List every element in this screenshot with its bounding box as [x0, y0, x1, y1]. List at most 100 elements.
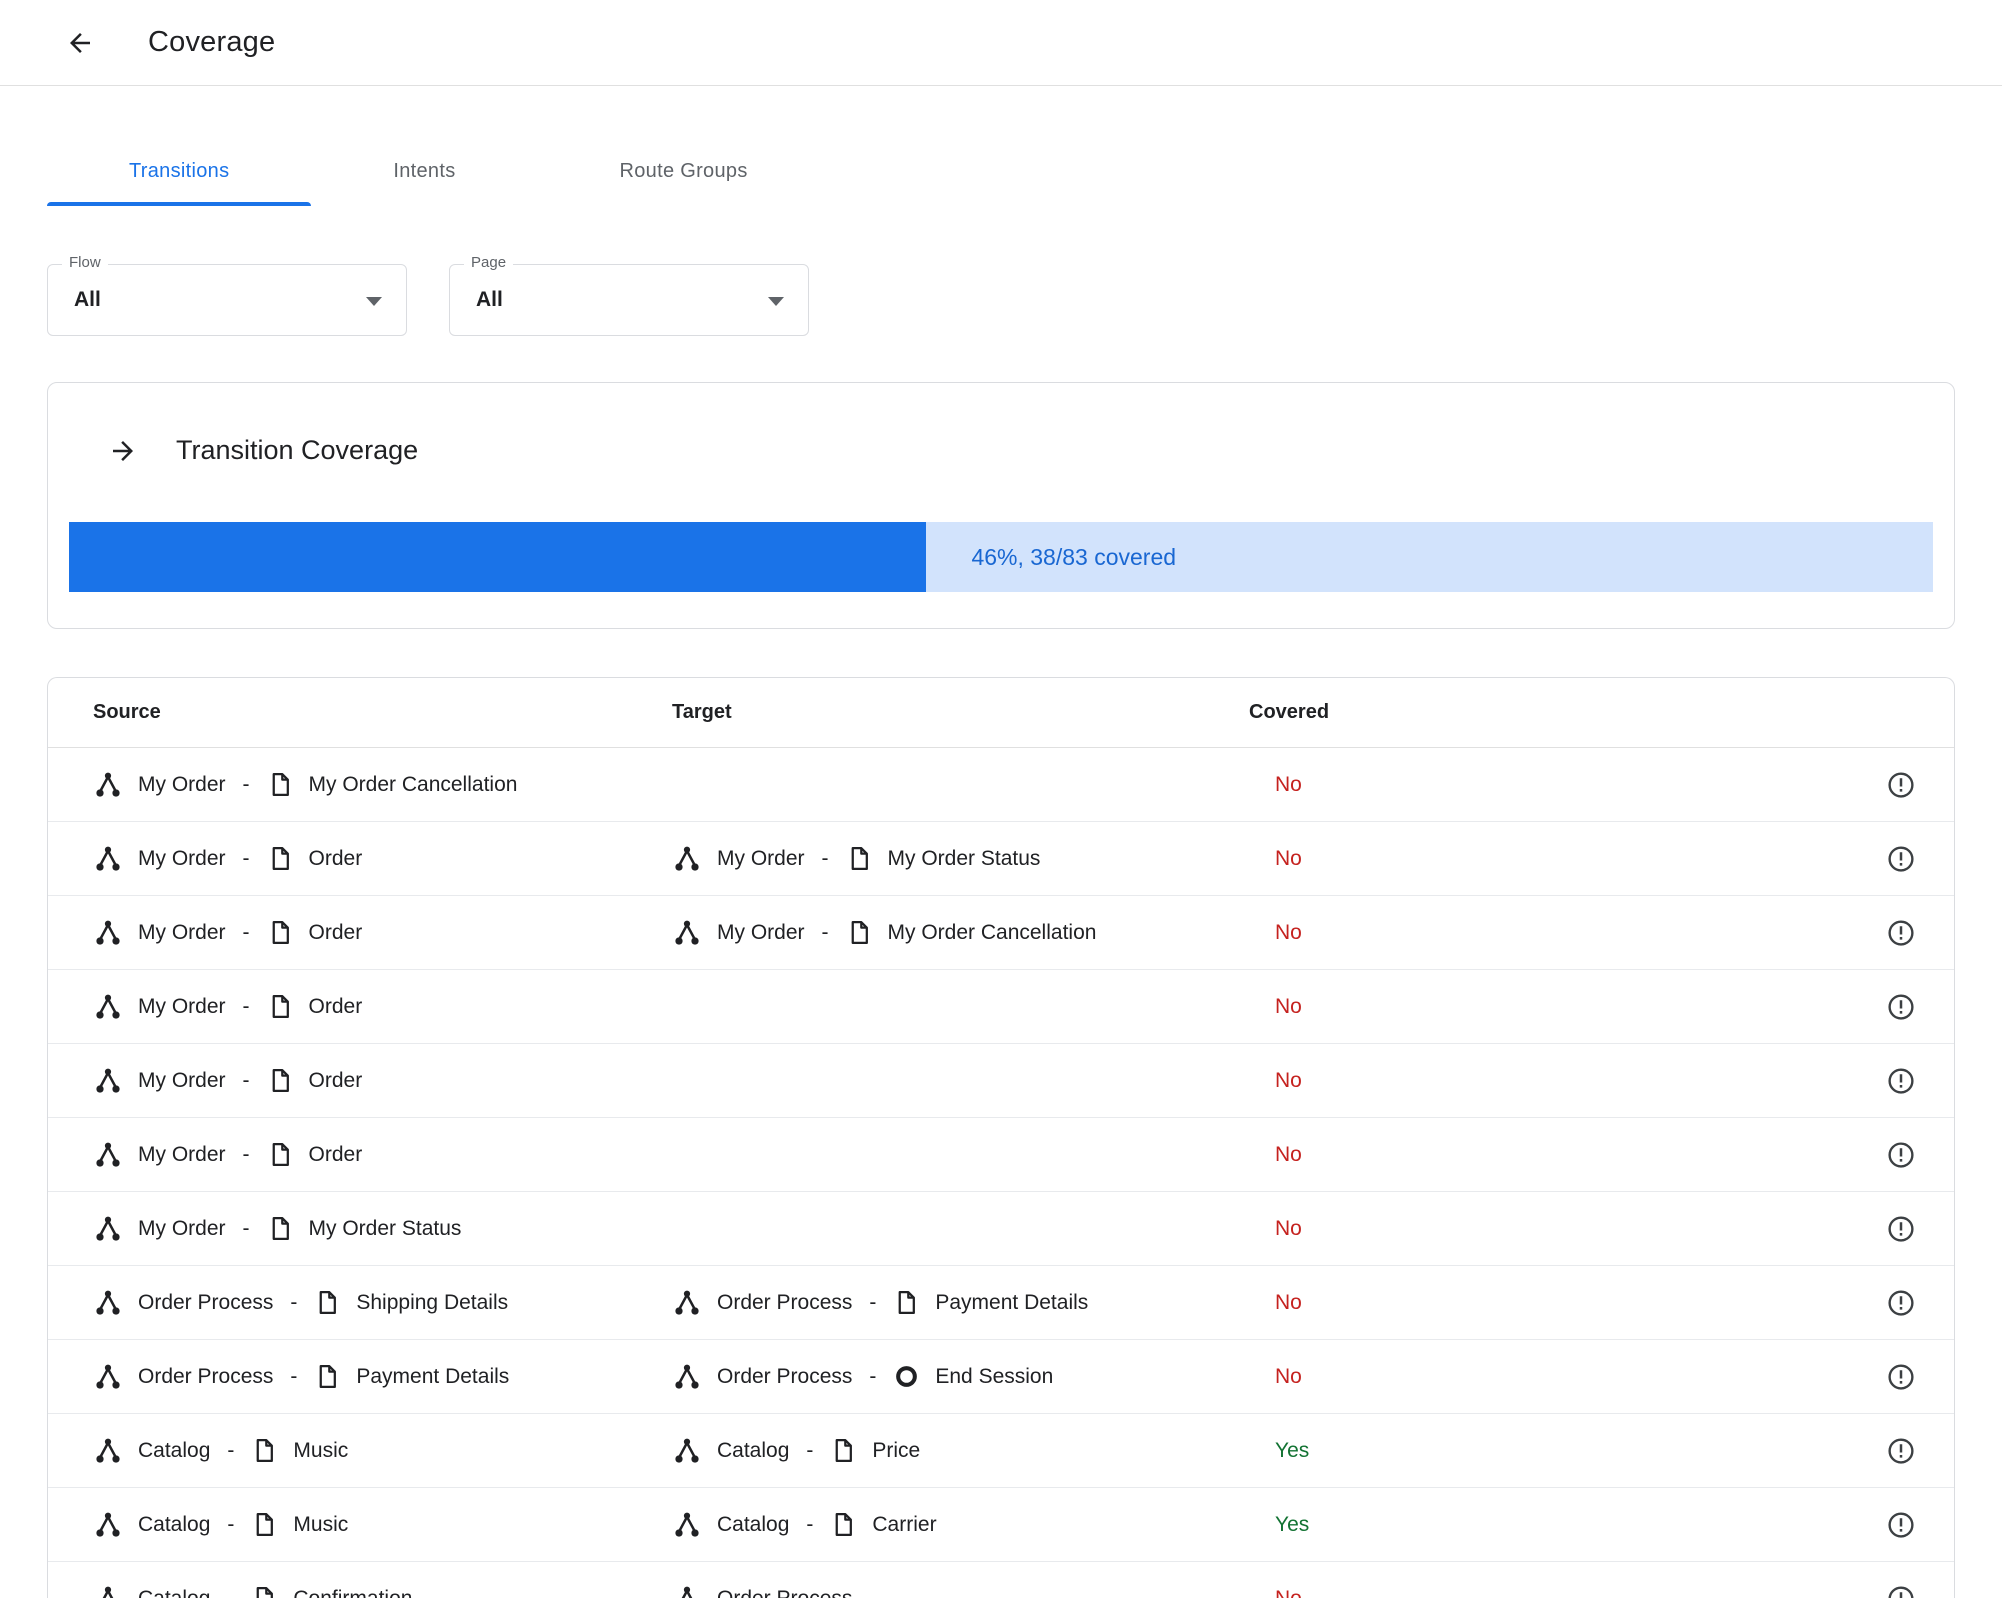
tab-route-groups[interactable]: Route Groups [538, 136, 830, 206]
table-row: Order Process - Payment Details Order Proce… [48, 1340, 1954, 1414]
row-info-button[interactable] [1884, 990, 1918, 1024]
covered-status: No [1275, 920, 1302, 944]
transition-coverage-card: Transition Coverage 46%, 38/83 covered [47, 382, 1955, 629]
separator-dash: - [869, 1364, 877, 1388]
tab-bar: Transitions Intents Route Groups [0, 136, 2002, 206]
source-page-name: Order [308, 1142, 363, 1166]
separator-dash: - [242, 772, 250, 796]
page-icon [251, 1585, 278, 1598]
separator-dash: - [242, 846, 250, 870]
target-cell: Catalog - Carrier [672, 1510, 1249, 1540]
tab-intents[interactable]: Intents [311, 136, 537, 206]
flow-icon [93, 1288, 123, 1318]
source-cell: Catalog - Music [93, 1436, 672, 1466]
flow-icon [672, 844, 702, 874]
separator-dash: - [242, 1216, 250, 1240]
row-info-button[interactable] [1884, 1434, 1918, 1468]
back-button[interactable] [60, 23, 100, 63]
page-select[interactable]: Page All [449, 254, 809, 336]
source-cell: My Order - Order [93, 1140, 672, 1170]
target-page-name: My Order Status [887, 846, 1041, 870]
flow-icon [93, 1214, 123, 1244]
flow-icon [93, 1362, 123, 1392]
page-icon [267, 1215, 294, 1242]
source-cell: Order Process - Payment Details [93, 1362, 672, 1392]
source-cell: My Order - My Order Cancellation [93, 770, 672, 800]
info-icon [1886, 1362, 1916, 1392]
target-cell: My Order - My Order Cancellation [672, 918, 1249, 948]
source-cell: My Order - Order [93, 918, 672, 948]
row-info-button[interactable] [1884, 1508, 1918, 1542]
source-page-name: Order [308, 1068, 363, 1092]
source-cell: My Order - Order [93, 844, 672, 874]
source-page-name: Music [293, 1438, 349, 1462]
flow-icon [93, 918, 123, 948]
covered-status: No [1275, 1290, 1302, 1314]
covered-status: No [1275, 1586, 1302, 1598]
separator-dash: - [806, 1512, 814, 1536]
covered-status: No [1275, 1364, 1302, 1388]
source-cell: My Order - Order [93, 1066, 672, 1096]
coverage-progress-track: 46%, 38/83 covered [926, 522, 1933, 592]
row-info-button[interactable] [1884, 842, 1918, 876]
target-flow-name: Order Process [717, 1290, 853, 1314]
table-row: Catalog - Music Catalog - Carrier Yes [48, 1488, 1954, 1562]
coverage-card-header: Transition Coverage [48, 383, 1954, 466]
column-header-covered: Covered [1249, 701, 1330, 723]
target-page-name: Carrier [872, 1512, 937, 1536]
source-page-name: Order [308, 994, 363, 1018]
row-info-button[interactable] [1884, 768, 1918, 802]
row-info-button[interactable] [1884, 916, 1918, 950]
flow-icon [672, 1288, 702, 1318]
row-info-button[interactable] [1884, 1064, 1918, 1098]
table-row: My Order - Order My Order - My Order Status No [48, 822, 1954, 896]
source-flow-name: Catalog [138, 1586, 211, 1598]
source-page-name: Confirmation [293, 1586, 413, 1598]
info-icon [1886, 770, 1916, 800]
target-page-name: Price [872, 1438, 921, 1462]
page-icon [267, 1067, 294, 1094]
table-row: My Order - Order My Order - My Order Cancella… [48, 896, 1954, 970]
source-cell: My Order - Order [93, 992, 672, 1022]
target-cell: Order Process - End Session [672, 1362, 1249, 1392]
source-flow-name: My Order [138, 846, 226, 870]
column-header-target: Target [672, 701, 732, 723]
coverage-progress-text: 46%, 38/83 covered [971, 543, 1177, 570]
row-info-button[interactable] [1884, 1582, 1918, 1598]
covered-status: No [1275, 846, 1302, 870]
tab-transitions[interactable]: Transitions [47, 136, 312, 206]
flow-select[interactable]: Flow All [47, 254, 407, 336]
chevron-down-icon [366, 297, 382, 306]
target-flow-name: My Order [717, 920, 805, 944]
header-bar: Coverage [0, 0, 2002, 86]
arrow-back-icon [65, 28, 95, 58]
row-info-button[interactable] [1884, 1286, 1918, 1320]
flow-icon [672, 918, 702, 948]
page-select-label: Page [464, 254, 514, 271]
source-flow-name: My Order [138, 772, 226, 796]
source-flow-name: My Order [138, 1142, 226, 1166]
page-icon [893, 1289, 920, 1316]
info-icon [1886, 1288, 1916, 1318]
target-cell: Order Process [672, 1584, 1249, 1598]
flow-icon [672, 1362, 702, 1392]
row-info-button[interactable] [1884, 1138, 1918, 1172]
flow-select-label: Flow [62, 254, 108, 271]
filters-row: Flow All Page All [47, 254, 2002, 336]
source-page-name: My Order Status [308, 1216, 462, 1240]
flow-icon [672, 1510, 702, 1540]
covered-status: No [1275, 1142, 1302, 1166]
row-info-button[interactable] [1884, 1212, 1918, 1246]
target-cell: My Order - My Order Status [672, 844, 1249, 874]
source-flow-name: My Order [138, 994, 226, 1018]
flow-icon [93, 844, 123, 874]
target-flow-name: Order Process [717, 1586, 853, 1598]
covered-status: No [1275, 1068, 1302, 1092]
separator-dash: - [821, 920, 829, 944]
table-row: My Order - Order No [48, 1118, 1954, 1192]
covered-status: No [1275, 1216, 1302, 1240]
separator-dash: - [869, 1290, 877, 1314]
separator-dash: - [242, 1068, 250, 1092]
info-icon [1886, 1584, 1916, 1598]
row-info-button[interactable] [1884, 1360, 1918, 1394]
